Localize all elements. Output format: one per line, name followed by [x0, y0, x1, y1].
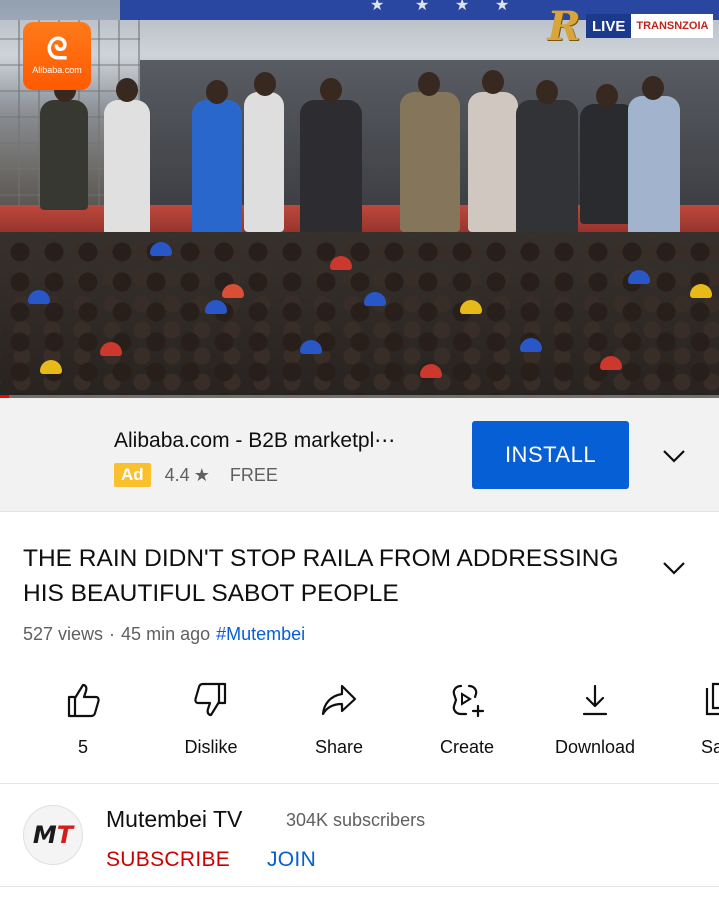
- install-button[interactable]: INSTALL: [472, 421, 629, 489]
- channel-name[interactable]: Mutembei TV: [106, 806, 242, 833]
- channel-watermark-logo: R: [547, 3, 581, 50]
- download-label: Download: [554, 737, 636, 757]
- subscribe-button[interactable]: SUBSCRIBE: [106, 848, 230, 872]
- region-label: TRANSNZOIA: [631, 14, 714, 38]
- create-button[interactable]: Create: [407, 680, 527, 758]
- star-icon: ★: [193, 464, 210, 485]
- like-button[interactable]: 5: [23, 680, 143, 758]
- dislike-label: Dislike: [184, 737, 238, 757]
- ad-meta: Ad 4.4 ★ FREE: [114, 463, 278, 487]
- save-button[interactable]: Sa: [663, 680, 719, 758]
- share-button[interactable]: Share: [279, 680, 399, 758]
- thumbs-up-icon: [67, 683, 100, 718]
- live-badge: LIVE TRANSNZOIA: [586, 14, 714, 38]
- create-label: Create: [439, 737, 495, 757]
- divider: [0, 886, 719, 887]
- ad-rating: 4.4 ★: [165, 465, 210, 486]
- ad-badge: Ad: [114, 463, 151, 487]
- upload-age: 45 min ago: [121, 624, 211, 644]
- video-player[interactable]: ★ ★ ★ ★ R LIVE TRANSNZOIA: [0, 0, 719, 398]
- alibaba-glyph: ᘓ: [46, 32, 68, 67]
- download-button[interactable]: Download: [535, 680, 655, 758]
- expand-description-icon[interactable]: [661, 554, 687, 580]
- like-count: 5: [77, 737, 88, 757]
- live-label: LIVE: [586, 14, 632, 38]
- action-bar: 5 Dislike Share Create Download Sa: [0, 680, 719, 780]
- chevron-down-icon[interactable]: [661, 442, 687, 468]
- alibaba-logo[interactable]: ᘓ Alibaba.com: [23, 22, 91, 90]
- share-label: Share: [314, 737, 364, 757]
- avatar-letter-m: M: [32, 821, 57, 849]
- divider: [0, 783, 719, 784]
- save-label: Sa: [701, 737, 719, 757]
- view-count: 527 views: [23, 624, 104, 644]
- ad-price: FREE: [229, 464, 278, 485]
- alibaba-logo-text: Alibaba.com: [32, 65, 82, 75]
- share-icon: [321, 684, 357, 716]
- thumbs-down-icon: [194, 682, 227, 717]
- meta-separator: ·: [109, 624, 116, 644]
- video-meta[interactable]: 527 views · 45 min ago #Mutembei: [23, 624, 305, 645]
- video-title[interactable]: THE RAIN DIDN'T STOP RAILA FROM ADDRESSI…: [23, 541, 623, 611]
- avatar-letter-t: T: [56, 821, 74, 849]
- ad-rating-value: 4.4: [164, 464, 190, 485]
- dislike-button[interactable]: Dislike: [151, 680, 271, 758]
- save-icon: [705, 682, 719, 716]
- ad-title[interactable]: Alibaba.com - B2B marketpl⋯: [114, 428, 395, 453]
- hashtag-link[interactable]: #Mutembei: [216, 624, 305, 645]
- join-button[interactable]: JOIN: [267, 848, 316, 872]
- subscriber-count: 304K subscribers: [286, 810, 426, 830]
- download-icon: [582, 684, 608, 716]
- create-icon: [452, 684, 485, 718]
- video-overlay: [0, 0, 719, 398]
- channel-avatar[interactable]: MT: [23, 805, 83, 865]
